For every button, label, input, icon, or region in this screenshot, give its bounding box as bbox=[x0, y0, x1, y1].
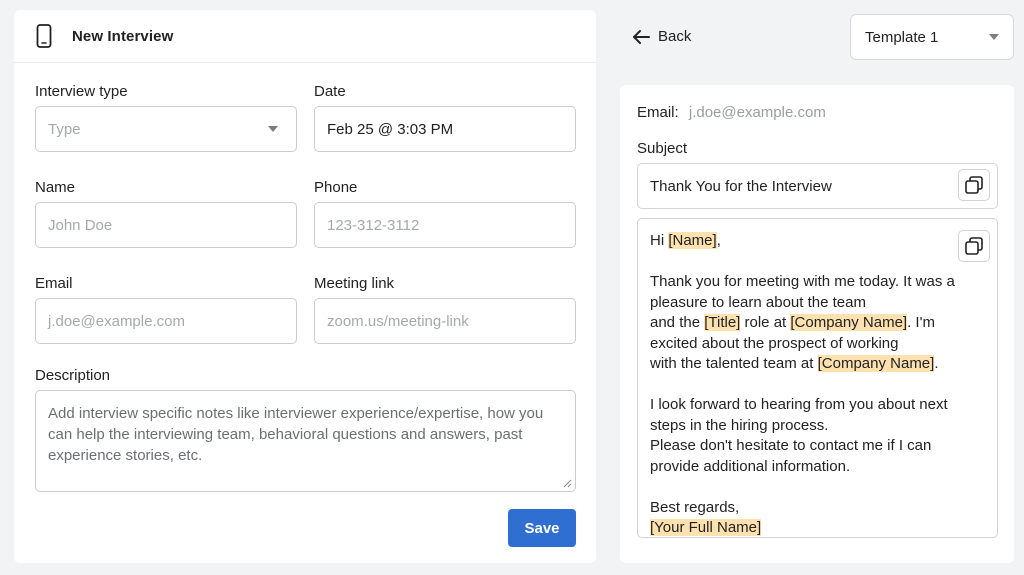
meeting-link-placeholder: zoom.us/meeting-link bbox=[327, 312, 469, 330]
subject-value: Thank You for the Interview bbox=[650, 177, 832, 195]
body-line: Please don't hesitate to contact me if I… bbox=[650, 437, 932, 454]
body-text: role at bbox=[740, 314, 791, 331]
body-line: excited about the prospect of working bbox=[650, 334, 899, 352]
date-input[interactable]: Feb 25 @ 3:03 PM bbox=[314, 106, 576, 152]
back-label: Back bbox=[658, 28, 692, 45]
recipient-row: Email: j.doe@example.com bbox=[637, 104, 826, 121]
template-select[interactable]: Template 1 bbox=[850, 14, 1014, 60]
description-textarea[interactable]: Add interview specific notes like interv… bbox=[35, 390, 576, 492]
body-line: steps in the hiring process. bbox=[650, 416, 829, 434]
save-button[interactable]: Save bbox=[508, 509, 576, 547]
meeting-link-input[interactable]: zoom.us/meeting-link bbox=[314, 298, 576, 344]
email-label: Email bbox=[35, 275, 73, 292]
email-preview-panel: Email: j.doe@example.com Subject Thank Y… bbox=[620, 85, 1014, 563]
interview-type-placeholder: Type bbox=[48, 120, 81, 138]
body-line: and the [Title] role at [Company Name]. … bbox=[650, 313, 985, 334]
name-placeholder: John Doe bbox=[48, 216, 113, 234]
page-title: New Interview bbox=[72, 27, 174, 45]
meeting-link-label: Meeting link bbox=[314, 275, 395, 292]
subject-label: Subject bbox=[637, 140, 688, 157]
body-text: . I'm bbox=[907, 314, 935, 331]
description-placeholder-line: can help the interviewing team, behavior… bbox=[48, 426, 523, 443]
copy-icon bbox=[965, 237, 983, 255]
subject-field: Thank You for the Interview bbox=[637, 163, 998, 209]
copy-subject-button[interactable] bbox=[958, 169, 990, 201]
company-placeholder-tag: [Company Name] bbox=[790, 314, 908, 331]
new-interview-panel: New Interview Interview type Type Date F… bbox=[14, 10, 596, 563]
email-body: Hi [Name], Thank you for meeting with me… bbox=[637, 218, 998, 538]
back-button[interactable]: Back bbox=[632, 28, 691, 45]
phone-label: Phone bbox=[314, 179, 358, 196]
body-line: provide additional information. bbox=[650, 457, 851, 475]
body-line: with the talented team at [Company Name]… bbox=[650, 354, 985, 375]
greeting-line: Hi [Name], bbox=[650, 231, 985, 252]
body-line: pleasure to learn about the team bbox=[650, 293, 866, 311]
body-line: Thank you for meeting with me today. It … bbox=[650, 273, 955, 290]
template-selected-value: Template 1 bbox=[865, 28, 939, 46]
email-placeholder: j.doe@example.com bbox=[48, 312, 185, 330]
body-text: with the talented team at bbox=[650, 355, 818, 372]
caret-down-icon bbox=[268, 126, 278, 132]
date-value: Feb 25 @ 3:03 PM bbox=[327, 120, 454, 138]
resize-handle-icon[interactable] bbox=[563, 479, 572, 488]
description-placeholder-line: Add interview specific notes like interv… bbox=[48, 405, 544, 422]
phone-input[interactable]: 123-312-3112 bbox=[314, 202, 576, 248]
name-placeholder-tag: [Name] bbox=[668, 232, 717, 249]
body-text: . bbox=[934, 355, 939, 372]
name-input[interactable]: John Doe bbox=[35, 202, 297, 248]
body-line: I look forward to hearing from you about… bbox=[650, 396, 948, 413]
signature-placeholder-tag: [Your Full Name] bbox=[650, 519, 762, 536]
name-label: Name bbox=[35, 179, 76, 196]
interview-type-select[interactable]: Type bbox=[35, 106, 297, 152]
mobile-phone-icon bbox=[36, 24, 52, 48]
description-label: Description bbox=[35, 367, 111, 384]
closing-line: Best regards, bbox=[650, 498, 740, 516]
description-placeholder-line: experience stories, etc. bbox=[48, 447, 203, 464]
copy-body-button[interactable] bbox=[958, 230, 990, 262]
title-placeholder-tag: [Title] bbox=[704, 314, 741, 331]
recipient-label: Email: bbox=[637, 104, 679, 121]
phone-placeholder: 123-312-3112 bbox=[327, 216, 420, 234]
caret-down-icon bbox=[989, 34, 999, 40]
greeting-suffix: , bbox=[716, 232, 721, 249]
company-placeholder-tag: [Company Name] bbox=[817, 355, 935, 372]
arrow-left-icon bbox=[633, 29, 650, 44]
recipient-email: j.doe@example.com bbox=[688, 104, 826, 121]
body-text: and the bbox=[650, 314, 705, 331]
copy-icon bbox=[965, 176, 983, 194]
email-input[interactable]: j.doe@example.com bbox=[35, 298, 297, 344]
interview-type-label: Interview type bbox=[35, 83, 128, 100]
signature-line: [Your Full Name] bbox=[650, 518, 985, 537]
date-label: Date bbox=[314, 83, 346, 100]
panel-header: New Interview bbox=[14, 10, 596, 63]
greeting-prefix: Hi bbox=[650, 232, 669, 249]
